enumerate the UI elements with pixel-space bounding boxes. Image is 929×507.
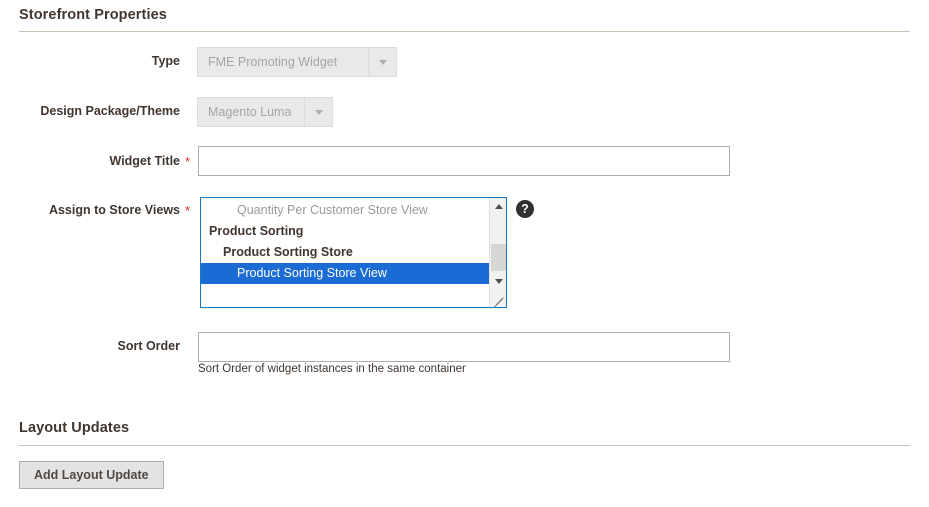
sort-order-hint: Sort Order of widget instances in the sa… xyxy=(198,363,466,375)
chevron-down-icon xyxy=(368,48,396,76)
section-title-layout-updates: Layout Updates xyxy=(19,420,129,436)
type-select[interactable]: FME Promoting Widget xyxy=(197,47,397,77)
chevron-down-icon xyxy=(304,98,332,126)
resize-grip-icon[interactable] xyxy=(490,290,507,307)
section-divider-layout xyxy=(19,445,910,446)
store-views-option-list[interactable]: Quantity Per Customer Store View Product… xyxy=(201,198,489,307)
add-layout-update-button[interactable]: Add Layout Update xyxy=(19,461,164,489)
label-sort-order: Sort Order xyxy=(20,339,180,353)
label-design-package-theme: Design Package/Theme xyxy=(20,104,180,118)
section-divider-storefront xyxy=(19,31,910,32)
label-assign-to-store-views: Assign to Store Views xyxy=(20,203,180,217)
widget-form-page: Storefront Properties Type FME Promoting… xyxy=(0,0,929,507)
list-item[interactable]: Product Sorting xyxy=(201,221,489,242)
label-type: Type xyxy=(20,54,180,68)
design-theme-select[interactable]: Magento Luma xyxy=(197,97,333,127)
list-item[interactable]: Quantity Per Customer Store View xyxy=(201,200,489,221)
question-mark-icon[interactable]: ? xyxy=(516,200,534,218)
label-widget-title: Widget Title xyxy=(20,154,180,168)
required-marker-widget-title: * xyxy=(185,155,190,168)
section-title-storefront-properties: Storefront Properties xyxy=(19,7,167,23)
caret-up-icon[interactable] xyxy=(490,198,507,215)
widget-title-input[interactable] xyxy=(198,146,730,176)
list-item-selected[interactable]: Product Sorting Store View xyxy=(201,263,489,284)
caret-down-icon[interactable] xyxy=(490,273,507,290)
list-item[interactable]: Product Sorting Store xyxy=(201,242,489,263)
type-select-value: FME Promoting Widget xyxy=(198,48,368,76)
design-theme-select-value: Magento Luma xyxy=(198,98,304,126)
store-views-multiselect[interactable]: Quantity Per Customer Store View Product… xyxy=(200,197,507,308)
sort-order-input[interactable] xyxy=(198,332,730,362)
scrollbar-thumb[interactable] xyxy=(491,244,506,271)
required-marker-store-views: * xyxy=(185,204,190,217)
multiselect-scrollbar[interactable] xyxy=(489,198,506,307)
